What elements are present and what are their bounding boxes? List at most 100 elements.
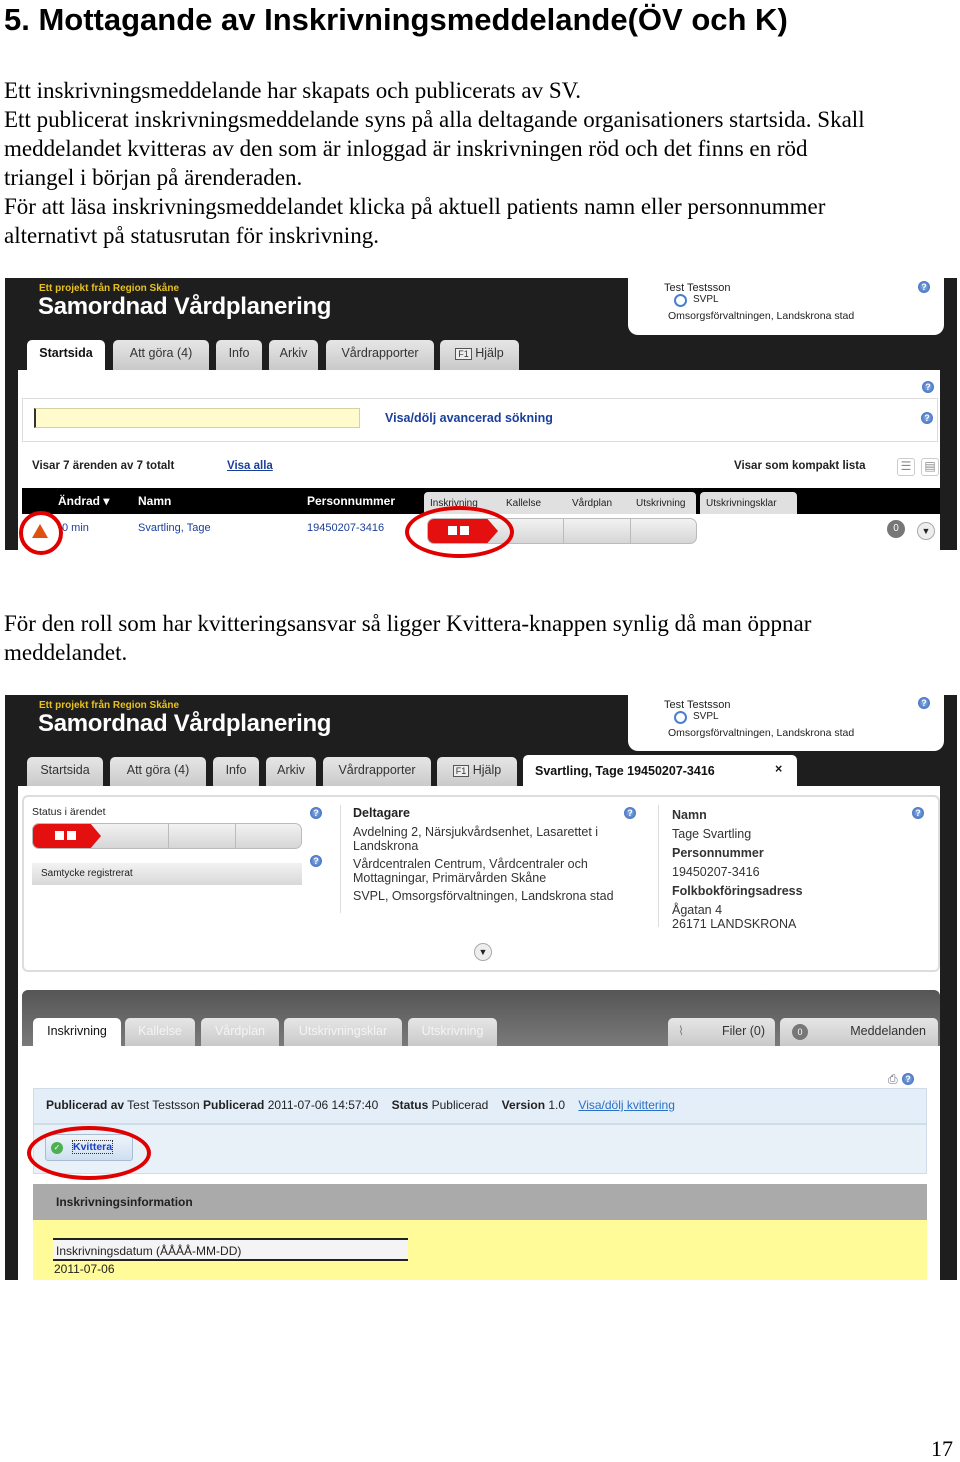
consent-status[interactable]: Samtycke registrerat [32,863,302,885]
annotation-circle [27,1126,151,1180]
status-col: Utskrivningsklar [700,492,797,514]
paperclip-icon: ⌇ [678,1024,685,1038]
advanced-search-link[interactable]: Visa/dölj avancerad sökning [385,411,553,425]
user-name: Test Testsson [664,282,731,294]
role-icon [674,294,687,307]
address-label: Folkbokföringsadress [672,884,803,898]
status-col: Kallelse [506,498,542,509]
address-line: Ågatan 4 [672,903,723,917]
view-mode-label: Visar som kompakt lista [734,460,866,472]
tab-info[interactable]: Info [216,340,262,370]
date-value[interactable]: 2011-07-06 [54,1262,115,1276]
help-icon[interactable]: ? [918,697,930,709]
tab-patient[interactable]: Svartling, Tage 19450207-3416 × [523,755,797,787]
f1-key-icon: F1 [455,348,472,360]
text-line: Ett inskrivningsmeddelande har skapats o… [4,78,582,103]
patient-name: Tage Svartling [672,827,752,841]
publish-info: Publicerad av Test Testsson Publicerad 2… [33,1088,927,1124]
print-icon[interactable]: ⎙ [888,1072,898,1087]
patient-pnr: 19450207-3416 [672,865,760,879]
subtab-vardplan[interactable]: Vårdplan [201,1018,279,1046]
text-line: meddelandet kvitteras av den som är inlo… [4,136,808,161]
user-org: Omsorgsförvaltningen, Landskrona stad [668,310,855,322]
tab-att-gora[interactable]: Att göra (4) [110,757,206,787]
text-line: För att läsa inskrivningsmeddelandet kli… [4,194,826,219]
date-label: Inskrivningsdatum (ÅÅÅÅ-MM-DD) [53,1238,408,1261]
kvittera-bar: ✓ Kvittera [33,1124,927,1174]
row-changed: 0 min [62,522,89,534]
tab-startsida[interactable]: Startsida [27,340,105,370]
tab-vardrapporter[interactable]: Vårdrapporter [323,757,431,787]
participants-label: Deltagare [353,806,410,820]
case-summary: Status i ärendet ? ? Samtycke registrera… [22,795,940,972]
name-label: Namn [672,808,707,822]
text-line: meddelandet. [4,640,128,665]
help-icon[interactable]: ? [912,807,924,819]
f1-key-icon: F1 [452,765,470,777]
user-name: Test Testsson [664,699,731,711]
help-icon[interactable]: ? [918,281,930,293]
app-title: Samordnad Vårdplanering [38,293,332,320]
expand-icon[interactable]: ▼ [474,943,492,961]
text-line: alternativt på statusrutan för inskrivni… [4,223,379,248]
result-count: Visar 7 ärenden av 7 totalt [32,460,175,472]
user-box: Test Testsson SVPL Omsorgsförvaltningen,… [628,695,944,751]
message-bubble-icon[interactable]: 0 [887,520,905,538]
screenshot-message: Ett projekt från Region Skåne Samordnad … [5,695,957,1280]
help-icon[interactable]: ? [921,412,933,424]
text-line: triangel i början på ärenderaden. [4,165,303,190]
address-line: 26171 LANDSKRONA [672,917,797,931]
col-pnr[interactable]: Personnummer [307,494,395,508]
status-inskrivning-red [33,824,101,848]
user-role: SVPL [693,294,719,305]
tab-vardrapporter[interactable]: Vårdrapporter [326,340,434,370]
search-input[interactable] [34,408,360,428]
participants-list: Avdelning 2, Närsjukvårdsenhet, Lasarett… [353,825,643,903]
annotation-circle [405,506,514,558]
content-panel: Status i ärendet ? ? Samtycke registrera… [18,786,940,1280]
help-icon[interactable]: ? [902,1073,914,1085]
status-col: Utskrivning [636,498,686,509]
text-line: För den roll som har kvitteringsansvar s… [4,611,812,636]
toggle-receipt-link[interactable]: Visa/dölj kvittering [578,1098,675,1112]
subtab-utskrivning[interactable]: Utskrivning [408,1018,497,1046]
tab-info[interactable]: Info [213,757,259,787]
subtab-kallelse[interactable]: Kallelse [125,1018,195,1046]
pnr-label: Personnummer [672,846,764,860]
paragraph-2: För den roll som har kvitteringsansvar s… [4,609,811,667]
status-bar[interactable] [32,823,302,849]
help-icon[interactable]: ? [310,807,322,819]
app-title: Samordnad Vårdplanering [38,710,332,737]
role-icon [674,711,687,724]
show-all-link[interactable]: Visa alla [227,460,273,472]
subtab-utskrivningsklar[interactable]: Utskrivningsklar [284,1018,402,1046]
close-tab-icon[interactable]: × [775,762,782,776]
expand-row-icon[interactable]: ▼ [917,522,935,540]
tab-hjalp[interactable]: F1 Hjälp [440,340,519,370]
user-box: Test Testsson SVPL Omsorgsförvaltningen,… [628,278,944,335]
tab-att-gora[interactable]: Att göra (4) [113,340,209,370]
paragraph-1: Ett inskrivningsmeddelande har skapats o… [4,76,865,250]
tab-arkiv[interactable]: Arkiv [269,340,318,370]
section-body: Inskrivningsdatum (ÅÅÅÅ-MM-DD) 2011-07-0… [33,1220,927,1280]
compact-view-icon[interactable]: ▤ [921,458,939,476]
col-name[interactable]: Namn [138,494,171,508]
tab-hjalp[interactable]: F1 Hjälp [437,757,517,787]
text-line: Ett publicerat inskrivningsmeddelande sy… [4,107,865,132]
subtab-inskrivning[interactable]: Inskrivning [33,1018,121,1046]
tab-arkiv[interactable]: Arkiv [266,757,316,787]
search-panel: Visa/dölj avancerad sökning ? [22,398,938,442]
files-tab[interactable]: ⌇ Filer (0) [668,1018,775,1046]
tab-startsida[interactable]: Startsida [27,757,103,787]
patient-name-link[interactable]: Svartling, Tage [138,522,211,534]
patient-pnr-link[interactable]: 19450207-3416 [307,522,384,534]
help-icon[interactable]: ? [310,855,322,867]
list-view-icon[interactable]: ☰ [897,458,915,476]
participant: Vårdcentralen Centrum, Vårdcentraler och… [353,857,588,885]
messages-tab[interactable]: 0 Meddelanden [780,1018,938,1046]
user-role: SVPL [693,711,719,722]
page-number: 17 [931,1436,953,1461]
help-icon[interactable]: ? [624,807,636,819]
help-icon[interactable]: ? [922,381,934,393]
col-changed[interactable]: Ändrad ▾ [58,494,109,508]
